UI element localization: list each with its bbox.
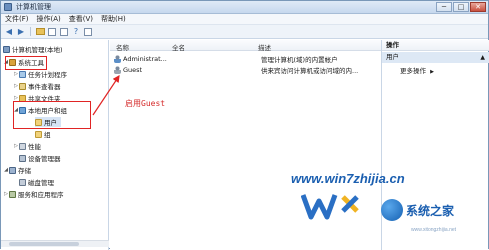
user-icon (114, 55, 121, 63)
collapse-up-icon[interactable]: ▲ (480, 52, 485, 63)
horizontal-scrollbar[interactable] (1, 240, 109, 247)
scroll-thumb[interactable] (9, 242, 79, 246)
tree-item-services-apps[interactable]: ▷ 服务和应用程序 (3, 189, 64, 199)
task-scheduler-icon (19, 70, 26, 78)
row-name: Administrat... (123, 55, 167, 63)
watermark-brand: 系统之家 (406, 203, 455, 218)
menu-action[interactable]: 操作(A) (33, 14, 65, 24)
tree-label-storage: 存储 (18, 167, 31, 175)
menu-view[interactable]: 查看(V) (65, 14, 97, 24)
tree-item-groups[interactable]: 组 (35, 129, 51, 139)
back-arrow-icon[interactable]: ◀ (4, 27, 14, 37)
box-icon[interactable] (47, 27, 57, 37)
actions-section-label: 用户 (386, 53, 399, 61)
column-description[interactable]: 描述 (258, 42, 271, 52)
computer-icon (3, 45, 10, 53)
computer-management-window: 计算机管理 ─ □ ✕ 文件(F) 操作(A) 查看(V) 帮助(H) ◀ ▶ … (0, 0, 489, 250)
view-icon[interactable] (83, 27, 93, 37)
tree-label-device-manager: 设备管理器 (28, 155, 61, 163)
tree-item-task-scheduler[interactable]: ▷ 任务计划程序 (13, 69, 67, 79)
computer-management-icon (4, 3, 12, 11)
tree-item-performance[interactable]: ▷ 性能 (13, 141, 41, 151)
tree-label-performance: 性能 (28, 143, 41, 151)
win7-logo (301, 194, 359, 220)
disk-icon (19, 178, 26, 186)
event-viewer-icon (19, 82, 26, 90)
tree-label-task-scheduler: 任务计划程序 (28, 71, 67, 79)
maximize-button[interactable]: □ (453, 2, 469, 12)
window-title: 计算机管理 (16, 3, 51, 11)
window-controls: ─ □ ✕ (436, 2, 486, 12)
disabled-user-icon (114, 66, 121, 74)
storage-icon (9, 166, 16, 174)
actions-header: 操作 (382, 40, 489, 51)
menu-bar: 文件(F) 操作(A) 查看(V) 帮助(H) (1, 14, 488, 25)
device-manager-icon (19, 154, 26, 162)
folder-icon[interactable] (35, 27, 45, 37)
menu-file[interactable]: 文件(F) (1, 14, 33, 24)
help-icon[interactable]: ? (71, 27, 81, 37)
submenu-arrow-icon: ▶ (430, 69, 434, 75)
title-bar: 计算机管理 ─ □ ✕ (1, 1, 488, 14)
folder-icon (35, 130, 42, 138)
toolbar: ◀ ▶ ? (1, 25, 488, 39)
row-description: 供来宾访问计算机或访问域的内... (261, 67, 359, 75)
watermark-small-url: www.xitongzhijia.net (411, 227, 457, 233)
tree-item-event-viewer[interactable]: ▷ 事件查看器 (13, 81, 61, 91)
callout-enable-guest: 启用Guest (125, 99, 166, 108)
tree-item-storage[interactable]: ◢ 存储 (3, 165, 31, 175)
row-description: 管理计算机(域)的内置帐户 (261, 56, 338, 64)
minimize-button[interactable]: ─ (436, 2, 452, 12)
navigation-tree: 计算机管理(本地) ◢ 系统工具 ▷ 任务计划程序 ▷ 事件查看器 ▷ 共享文件… (1, 40, 109, 250)
tree-label-services-apps: 服务和应用程序 (18, 191, 64, 199)
actions-section-users[interactable]: 用户 ▲ (382, 52, 489, 63)
column-header-row: 名称 全名 描述 (110, 40, 381, 52)
menu-help[interactable]: 帮助(H) (97, 14, 130, 24)
list-row-guest[interactable]: Guest 供来宾访问计算机或访问域的内... (110, 65, 381, 75)
tree-item-disk-management[interactable]: 磁盘管理 (19, 177, 54, 187)
close-button[interactable]: ✕ (470, 2, 486, 12)
watermark-url: www.win7zhijia.cn (291, 171, 405, 186)
tree-label-event-viewer: 事件查看器 (28, 83, 61, 91)
tree-label-groups: 组 (44, 131, 51, 139)
column-fullname[interactable]: 全名 (172, 42, 185, 52)
forward-arrow-icon[interactable]: ▶ (16, 27, 26, 37)
system-home-logo-icon (381, 199, 403, 221)
list-row-administrator[interactable]: Administrat... 管理计算机(域)的内置帐户 (110, 54, 381, 64)
column-name[interactable]: 名称 (116, 42, 129, 52)
tree-item-device-manager[interactable]: 设备管理器 (19, 153, 61, 163)
tree-item-root[interactable]: 计算机管理(本地) (3, 44, 63, 54)
watermark-badge: 系统之家 (381, 191, 485, 229)
toolbar-separator (30, 27, 31, 36)
highlight-system-tools (5, 56, 47, 70)
highlight-local-users (13, 101, 91, 129)
more-actions-link[interactable]: 更多操作 ▶ (400, 65, 434, 75)
services-icon (9, 190, 16, 198)
performance-icon (19, 142, 26, 150)
tree-label-root: 计算机管理(本地) (12, 46, 63, 54)
properties-icon[interactable] (59, 27, 69, 37)
tree-label-disk-management: 磁盘管理 (28, 179, 54, 187)
more-actions-label: 更多操作 (400, 67, 426, 75)
row-name: Guest (123, 66, 143, 74)
